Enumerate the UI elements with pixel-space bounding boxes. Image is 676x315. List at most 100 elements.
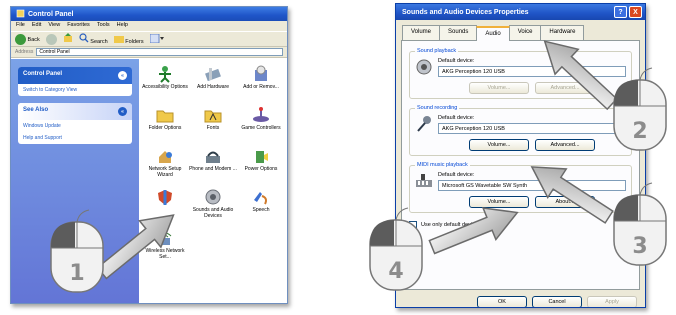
midi-volume-button[interactable]: Volume... xyxy=(469,196,529,208)
tab-sounds[interactable]: Sounds xyxy=(439,25,478,40)
sounds-audio-properties-dialog: Sounds and Audio Devices Properties ? X … xyxy=(395,3,646,308)
address-field[interactable]: Control Panel xyxy=(36,48,283,56)
forward-arrow-icon[interactable] xyxy=(45,33,57,45)
tab-voice[interactable]: Voice xyxy=(508,25,542,40)
midi-keyboard-icon xyxy=(416,174,432,187)
use-default-devices-label: Use only default devices xyxy=(421,222,481,228)
microphone-icon xyxy=(417,116,431,132)
audio-tab-panel: Sound playback Default device: AKG Perce… xyxy=(401,40,640,290)
midi-default-device-label: Default device: xyxy=(438,172,475,178)
back-arrow-icon xyxy=(15,33,26,45)
recording-device-select[interactable]: AKG Perception 120 USB xyxy=(438,123,626,134)
playback-volume-button[interactable]: Volume... xyxy=(469,82,529,94)
help-button[interactable]: ? xyxy=(614,6,627,18)
sound-recording-group: Sound recording Default device: AKG Perc… xyxy=(409,105,632,156)
caption-buttons: ? X xyxy=(614,6,642,18)
ok-button[interactable]: OK xyxy=(477,296,527,307)
control-panel-box-header[interactable]: Control Panel « xyxy=(18,67,132,84)
collapse-chevron-icon[interactable]: « xyxy=(118,107,127,116)
playback-advanced-button[interactable]: Advanced... xyxy=(535,82,595,94)
phone-modem-item[interactable]: Phone and Modem ... xyxy=(189,147,237,188)
dialog-titlebar[interactable]: Sounds and Audio Devices Properties ? X xyxy=(396,4,645,20)
power-options-item[interactable]: Power Options xyxy=(237,147,285,188)
step-number: 3 xyxy=(632,234,648,259)
mouse-step-1: 1 xyxy=(49,208,105,294)
step-number: 2 xyxy=(632,119,648,144)
close-button[interactable]: X xyxy=(629,6,642,18)
see-also-header[interactable]: See Also « xyxy=(18,103,132,120)
folders-button[interactable]: Folders xyxy=(113,34,144,45)
speaker-icon xyxy=(416,59,432,75)
hardware-icon xyxy=(205,68,221,82)
recording-advanced-button[interactable]: Advanced... xyxy=(535,139,595,151)
add-hardware-item[interactable]: Add Hardware xyxy=(189,65,237,106)
playback-default-device-label: Default device: xyxy=(438,58,475,64)
network-icon xyxy=(159,151,172,163)
midi-playback-label: MIDI music playback xyxy=(415,162,470,168)
views-icon[interactable] xyxy=(149,33,164,45)
use-default-devices-row[interactable]: Use only default devices xyxy=(409,221,632,229)
cancel-button[interactable]: Cancel xyxy=(532,296,582,307)
speaker-icon xyxy=(205,189,221,205)
security-center-item[interactable] xyxy=(141,188,189,229)
mouse-step-2: 2 xyxy=(612,66,668,152)
toolbar: Back Search Folders xyxy=(11,31,287,47)
wireless-network-setup-item[interactable]: Wireless Network Set... xyxy=(141,229,189,270)
folder-options-item[interactable]: Folder Options xyxy=(141,106,189,147)
window-title: Control Panel xyxy=(28,10,74,18)
up-folder-icon[interactable] xyxy=(63,33,73,45)
menu-view[interactable]: View xyxy=(48,22,60,30)
control-panel-box: Control Panel « Switch to Category View xyxy=(18,67,132,96)
phone-icon xyxy=(206,151,220,163)
speech-item[interactable]: Speech xyxy=(237,188,285,229)
playback-device-select[interactable]: AKG Perception 120 USB xyxy=(438,66,626,77)
menu-favorites[interactable]: Favorites xyxy=(67,22,90,30)
help-support-link[interactable]: Help and Support xyxy=(18,132,132,144)
back-button[interactable]: Back xyxy=(15,33,40,45)
collapse-chevron-icon[interactable]: « xyxy=(118,71,127,80)
midi-playback-group: MIDI music playback Default device: Micr… xyxy=(409,162,632,213)
address-bar: Address Control Panel xyxy=(11,47,287,58)
apply-button[interactable]: Apply xyxy=(587,296,637,307)
step-number: 4 xyxy=(388,259,404,284)
sound-playback-group: Sound playback Default device: AKG Perce… xyxy=(409,48,632,99)
power-icon xyxy=(256,151,268,163)
menu-file[interactable]: File xyxy=(16,22,25,30)
fonts-item[interactable]: Fonts xyxy=(189,106,237,147)
dialog-tabs: Volume Sounds Audio Voice Hardware xyxy=(396,20,645,41)
game-controllers-item[interactable]: Game Controllers xyxy=(237,106,285,147)
sound-recording-label: Sound recording xyxy=(415,105,460,111)
midi-about-button[interactable]: About... xyxy=(535,196,595,208)
midi-device-select[interactable]: Microsoft GS Wavetable SW Synth xyxy=(438,180,626,191)
network-setup-wizard-item[interactable]: Network Setup Wizard xyxy=(141,147,189,188)
joystick-icon xyxy=(253,107,269,122)
tab-hardware[interactable]: Hardware xyxy=(540,25,585,40)
wireless-icon xyxy=(158,232,172,245)
menu-edit[interactable]: Edit xyxy=(32,22,41,30)
control-panel-items: Accessibility Options Add Hardware Add o… xyxy=(139,59,287,303)
mouse-step-4: 4 xyxy=(368,206,424,292)
folders-icon xyxy=(113,35,126,45)
tab-audio[interactable]: Audio xyxy=(476,26,510,41)
step-number: 1 xyxy=(69,261,85,286)
dialog-title: Sounds and Audio Devices Properties xyxy=(402,8,529,16)
sound-playback-label: Sound playback xyxy=(415,48,459,54)
control-panel-titlebar[interactable]: Control Panel xyxy=(11,7,287,21)
recording-default-device-label: Default device: xyxy=(438,115,475,121)
accessibility-options-item[interactable]: Accessibility Options xyxy=(141,65,189,106)
sounds-audio-devices-item[interactable]: Sounds and Audio Devices xyxy=(189,188,237,229)
switch-category-view-link[interactable]: Switch to Category View xyxy=(18,84,132,96)
recording-volume-button[interactable]: Volume... xyxy=(469,139,529,151)
add-remove-icon xyxy=(255,65,267,81)
menu-tools[interactable]: Tools xyxy=(97,22,110,30)
menu-help[interactable]: Help xyxy=(117,22,128,30)
add-remove-programs-item[interactable]: Add or Remov... xyxy=(237,65,285,106)
search-button[interactable]: Search xyxy=(79,33,108,45)
address-label: Address xyxy=(15,49,34,55)
see-also-box: See Also « Windows Update Help and Suppo… xyxy=(18,103,132,144)
dialog-footer: OK Cancel Apply xyxy=(396,290,645,307)
tab-volume[interactable]: Volume xyxy=(402,25,441,40)
fonts-folder-icon xyxy=(204,110,222,123)
windows-update-link[interactable]: Windows Update xyxy=(18,120,132,132)
folder-icon xyxy=(156,110,174,123)
